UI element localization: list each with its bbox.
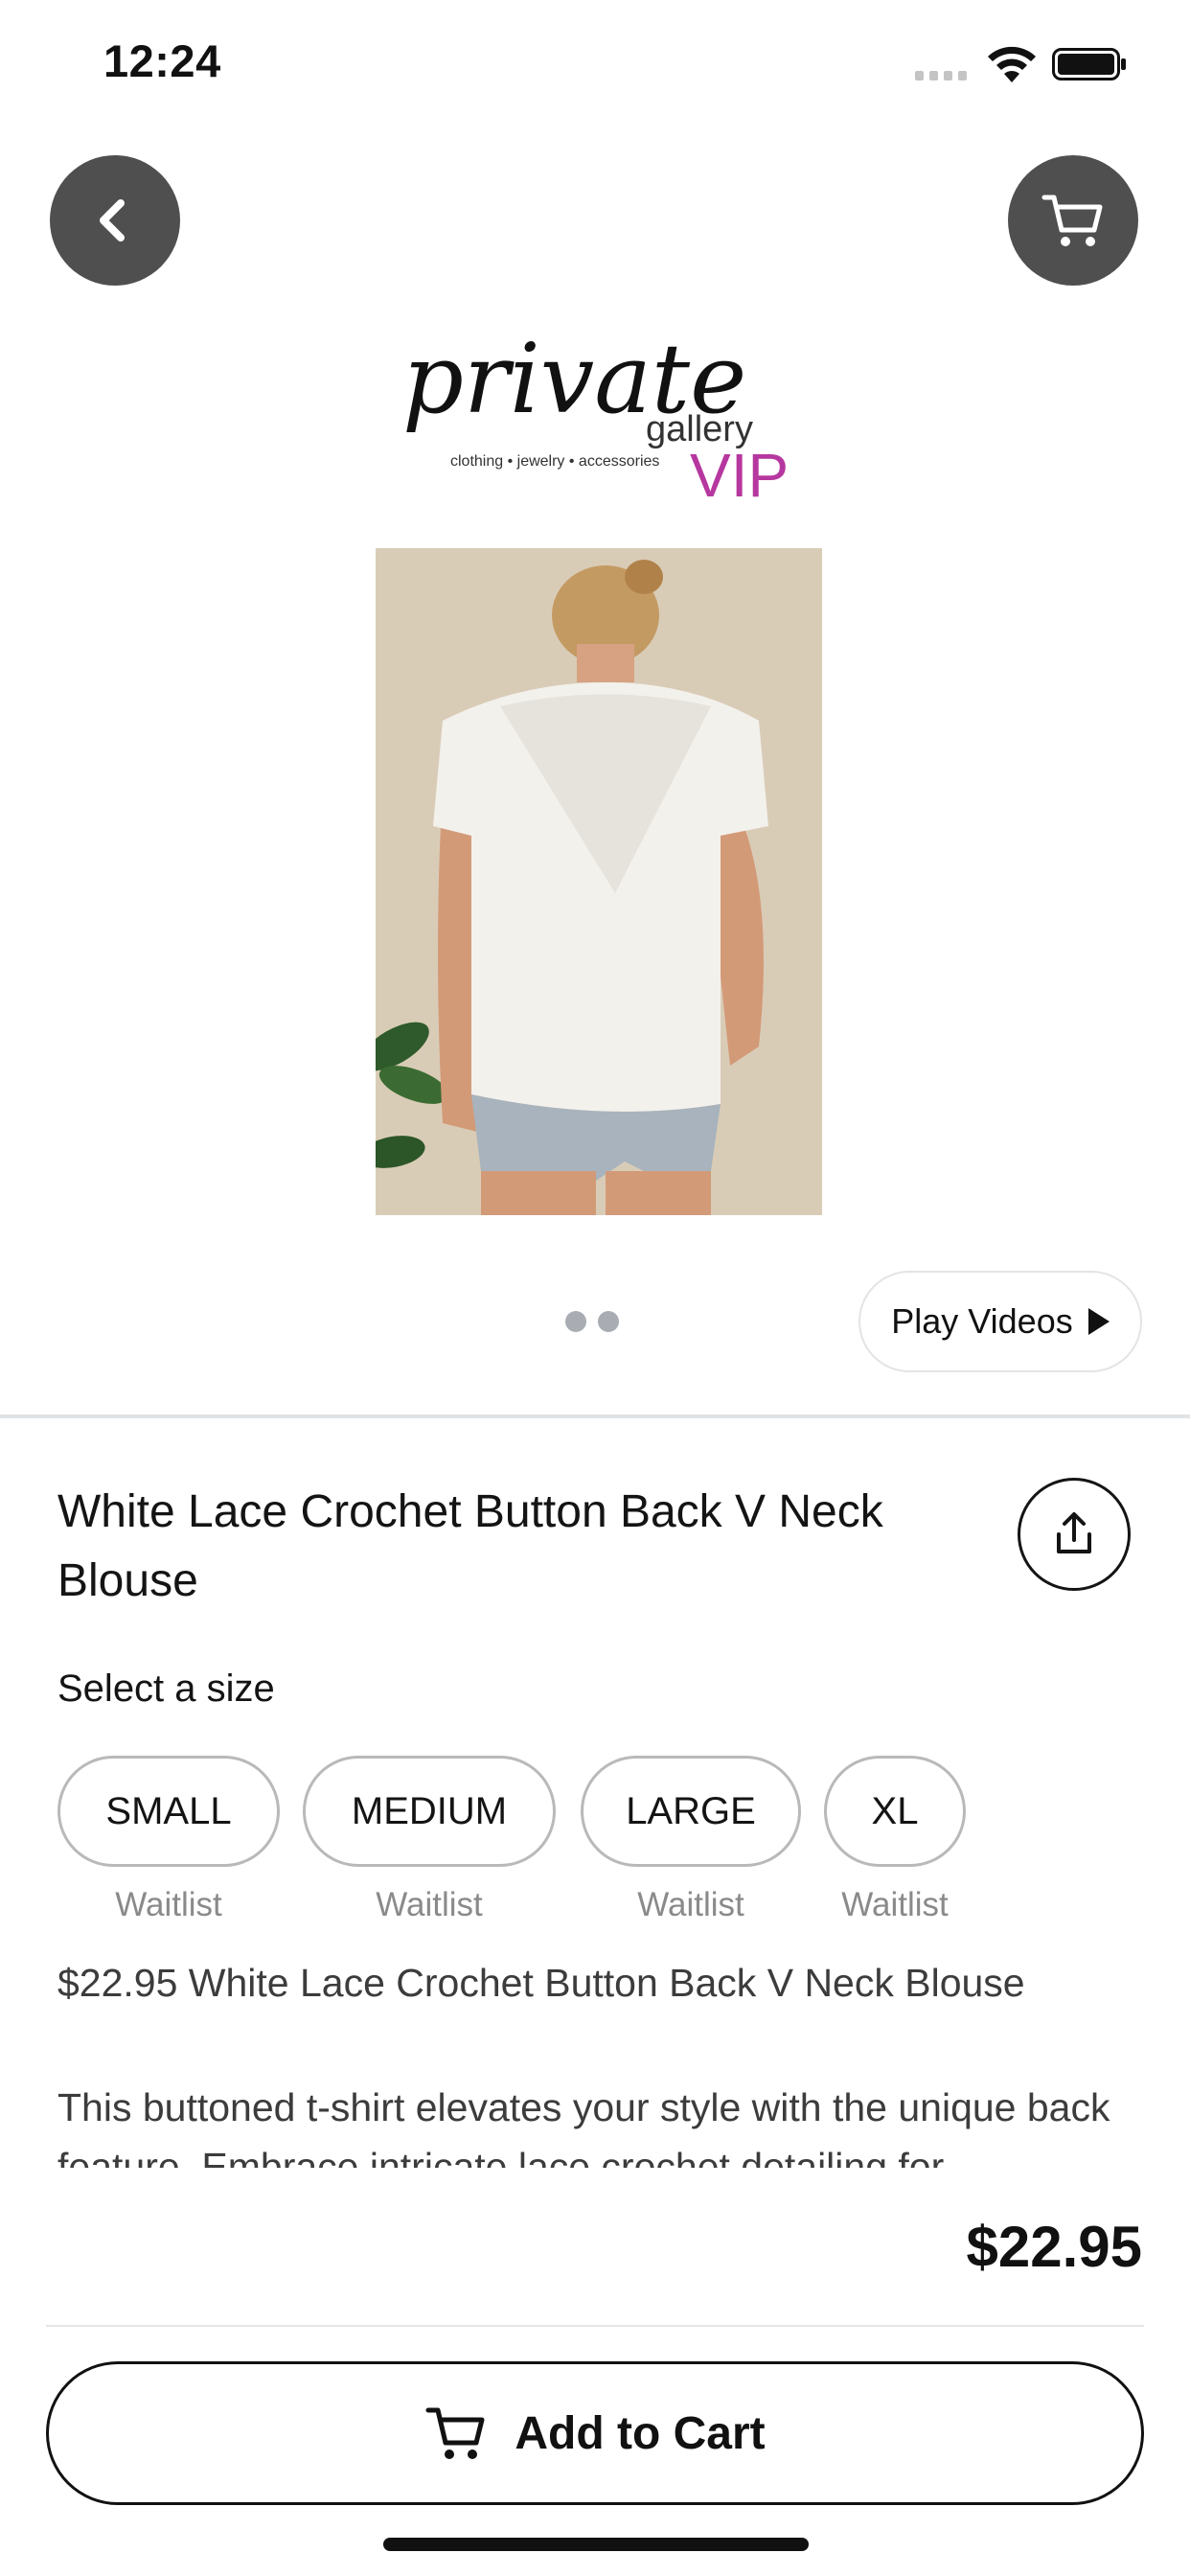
size-label: XL — [871, 1789, 919, 1832]
play-videos-label: Play Videos — [891, 1301, 1073, 1341]
carousel-dots[interactable] — [565, 1311, 619, 1332]
size-label: MEDIUM — [351, 1789, 508, 1832]
brand-tagline: clothing • jewelry • accessories — [450, 453, 659, 470]
add-to-cart-label: Add to Cart — [515, 2407, 766, 2459]
brand-vip: VIP — [690, 441, 786, 510]
size-status: Waitlist — [376, 1886, 483, 1923]
size-option-large[interactable]: LARGE — [581, 1756, 801, 1867]
product-image[interactable] — [376, 548, 822, 1215]
play-videos-button[interactable]: Play Videos — [858, 1271, 1142, 1372]
cellular-signal-icon — [915, 71, 969, 82]
back-button[interactable] — [50, 155, 180, 286]
carousel-dot[interactable] — [565, 1311, 586, 1332]
product-title: White Lace Crochet Button Back V Neck Bl… — [57, 1486, 883, 1606]
play-icon — [1087, 1308, 1110, 1335]
brand-logo: private gallery clothing • jewelry • acc… — [402, 324, 786, 510]
size-status: Waitlist — [841, 1886, 949, 1923]
battery-icon — [1052, 48, 1126, 80]
cart-icon — [1041, 195, 1103, 246]
share-icon — [1057, 1512, 1091, 1553]
wifi-icon — [988, 46, 1036, 82]
add-to-cart-button[interactable]: Add to Cart — [46, 2361, 1144, 2505]
size-status: Waitlist — [115, 1886, 222, 1923]
cart-button[interactable] — [1008, 155, 1138, 286]
bottom-price: $22.95 — [966, 2215, 1142, 2279]
select-size-label: Select a size — [57, 1668, 275, 1710]
section-divider — [0, 1414, 1190, 1418]
bottom-divider — [46, 2325, 1144, 2327]
share-button[interactable] — [1018, 1478, 1131, 1591]
chevron-left-icon — [100, 199, 125, 242]
cart-icon — [425, 2407, 485, 2459]
status-time: 12:24 — [103, 35, 221, 86]
carousel-dot[interactable] — [598, 1311, 619, 1332]
size-label: SMALL — [105, 1789, 232, 1832]
size-option-xl[interactable]: XL — [824, 1756, 966, 1867]
size-label: LARGE — [626, 1789, 756, 1832]
size-option-medium[interactable]: MEDIUM — [303, 1756, 556, 1867]
home-indicator[interactable] — [383, 2538, 809, 2551]
size-option-small[interactable]: SMALL — [57, 1756, 280, 1867]
price-description-line: $22.95 White Lace Crochet Button Back V … — [57, 1961, 1025, 2005]
size-status: Waitlist — [637, 1886, 744, 1923]
product-description: This buttoned t-shirt elevates your styl… — [57, 2085, 1110, 2168]
